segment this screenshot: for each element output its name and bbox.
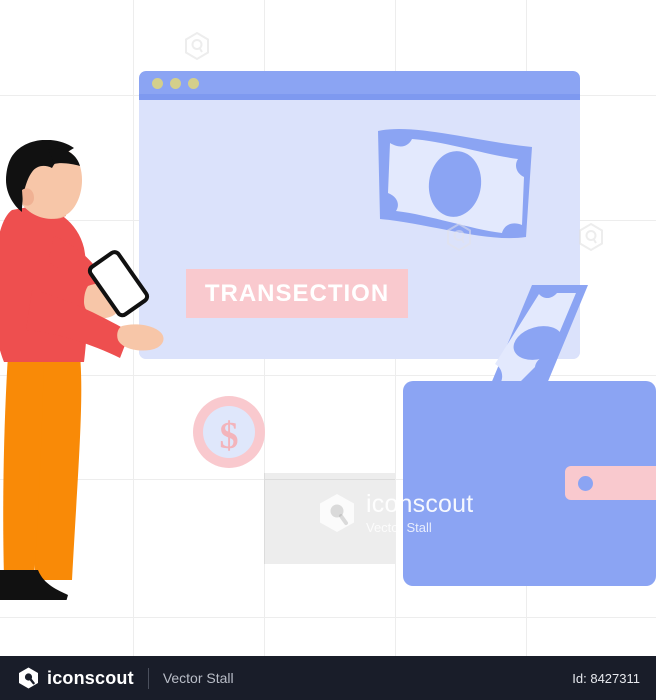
- footer-divider: [147, 667, 149, 689]
- transection-label: TRANSECTION: [204, 279, 390, 307]
- illustration-canvas: TRANSECTION $ iconscout Vector Stall ico…: [0, 0, 656, 700]
- traffic-light-dot-icon: [152, 78, 163, 89]
- wallet-clasp-dot-icon: [578, 476, 593, 491]
- traffic-light-dot-icon: [188, 78, 199, 89]
- iconscout-hex-icon: [182, 31, 212, 61]
- man-holding-phone-illustration: [0, 140, 172, 600]
- iconscout-hex-icon: [444, 222, 474, 252]
- iconscout-hex-icon: [576, 222, 606, 252]
- transection-banner: TRANSECTION: [186, 269, 408, 318]
- grid-line-horizontal: [0, 617, 656, 618]
- banknote-tilted-icon: [488, 285, 588, 391]
- iconscout-hex-icon: [18, 667, 39, 689]
- footer-brand-name: iconscout: [47, 667, 134, 688]
- wallet-clasp: [565, 466, 656, 500]
- footer-asset-id: Id: 8427311: [572, 670, 640, 686]
- browser-titlebar-shadow: [139, 94, 580, 100]
- footer-bar: iconscout Vector Stall Id: 8427311: [0, 656, 656, 700]
- dollar-coin-icon: $: [193, 396, 265, 468]
- footer-brand[interactable]: iconscout: [18, 667, 134, 689]
- watermark-backdrop: [264, 473, 395, 564]
- browser-titlebar: [139, 71, 580, 94]
- traffic-light-dot-icon: [170, 78, 181, 89]
- svg-text:$: $: [220, 415, 239, 457]
- footer-contributor[interactable]: Vector Stall: [163, 670, 234, 686]
